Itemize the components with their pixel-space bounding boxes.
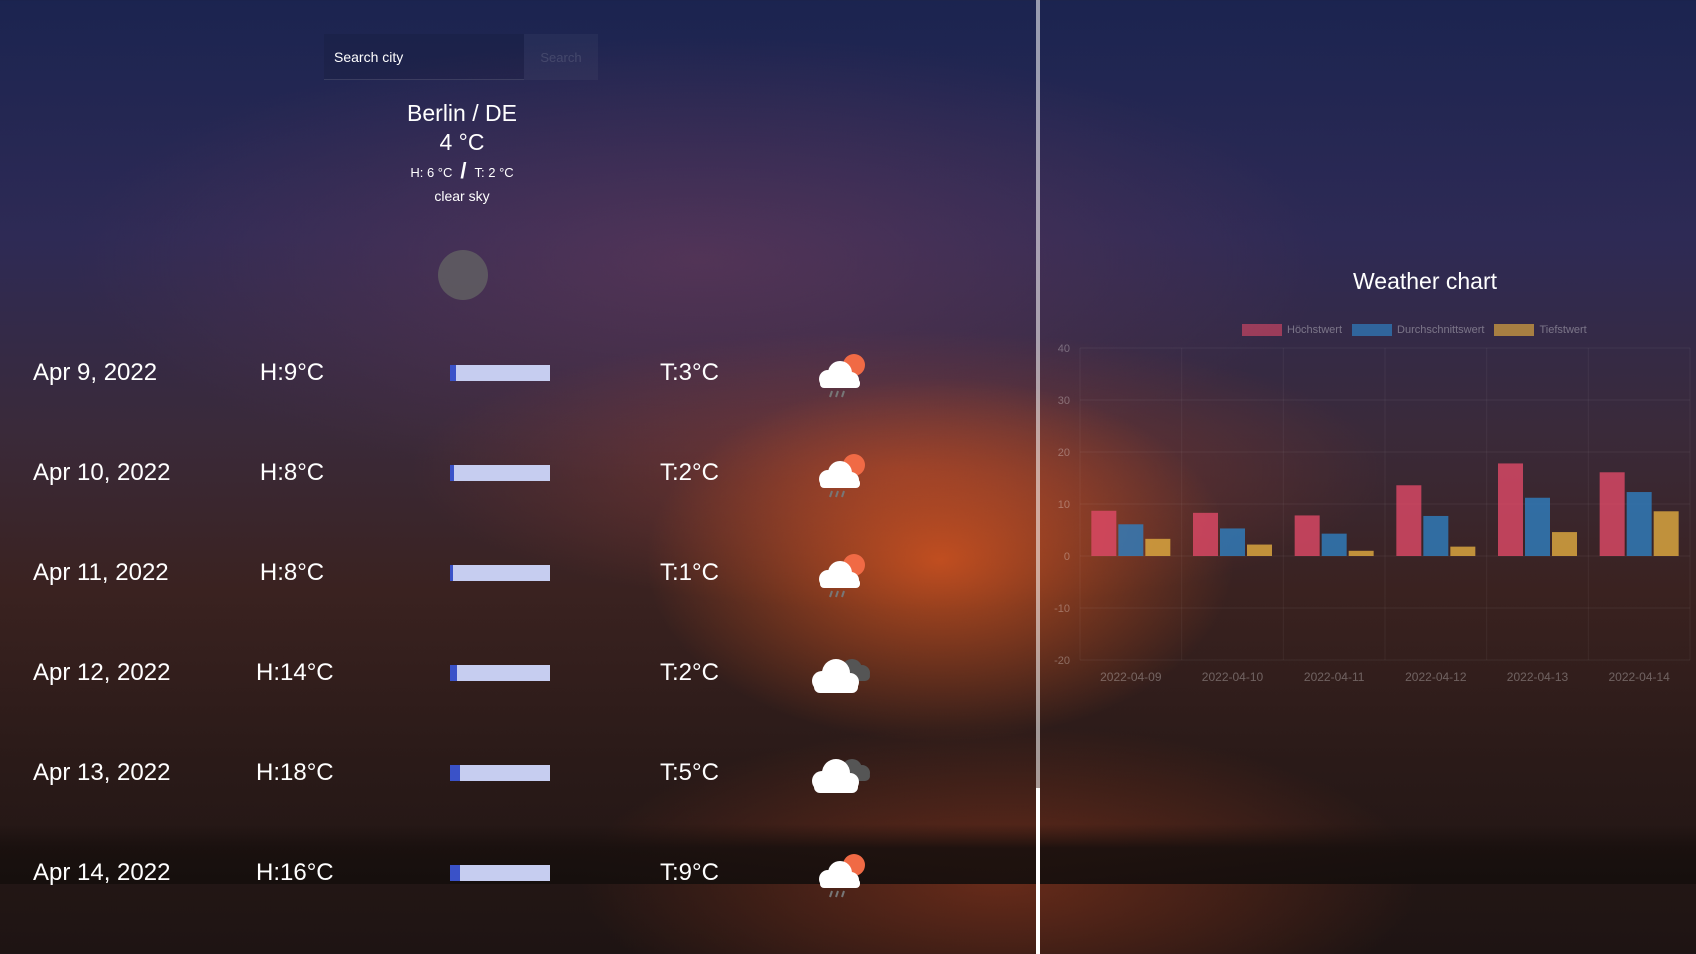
- temperature-bar-fill: [450, 565, 453, 581]
- search-input[interactable]: [324, 34, 524, 80]
- temperature-bar: [450, 365, 550, 381]
- forecast-date: Apr 9, 2022: [33, 359, 158, 386]
- chart-bar: [1450, 546, 1476, 556]
- forecast-high: H:8°C: [259, 459, 325, 486]
- chart-title: Weather chart: [1352, 268, 1498, 294]
- chart-bar: [1348, 550, 1374, 556]
- forecast-low: T:3°C: [660, 359, 719, 386]
- chart-bar: [1294, 515, 1320, 556]
- cloudy-icon: [812, 759, 870, 793]
- chart-bar: [1525, 497, 1550, 556]
- forecast-row: Apr 10, 2022 H:8°C T:2°C: [0, 443, 960, 503]
- forecast-row: Apr 12, 2022 H:14°C T:2°C: [0, 643, 960, 703]
- forecast-row: Apr 14, 2022 H:16°C T:9°C: [0, 843, 960, 903]
- chart-bar: [1321, 533, 1347, 556]
- chart-bar: [1396, 485, 1422, 556]
- forecast-low: T:2°C: [660, 459, 719, 486]
- cloud-sun-rain-icon: [819, 454, 865, 498]
- current-high-low: H: 6 °C / T: 2 °C: [312, 158, 612, 183]
- forecast-date: Apr 13, 2022: [33, 759, 171, 786]
- forecast-row: Apr 11, 2022 H:8°C T:1°C: [0, 543, 960, 603]
- temperature-bar-fill: [450, 865, 460, 881]
- chart-bar: [1626, 492, 1652, 556]
- weather-description: clear sky: [434, 188, 490, 204]
- y-tick-label: -20: [1054, 655, 1070, 667]
- temperature-bar: [450, 665, 550, 681]
- temperature-bar-fill: [450, 765, 460, 781]
- current-weather-icon: [438, 250, 488, 300]
- forecast-low: T:9°C: [660, 859, 719, 886]
- temperature-bar-fill: [450, 365, 456, 381]
- x-tick-label: 2022-04-11: [1304, 670, 1365, 684]
- chart-bar: [1498, 463, 1523, 556]
- current-weather: Berlin / DE 4 °C H: 6 °C / T: 2 °C clear…: [312, 98, 612, 204]
- forecast-date: Apr 11, 2022: [33, 559, 169, 586]
- forecast-high: H:18°C: [256, 759, 334, 786]
- chart-bar: [1118, 524, 1144, 556]
- x-tick-label: 2022-04-10: [1202, 670, 1264, 684]
- temperature-bar: [450, 865, 550, 881]
- forecast-high: H:8°C: [259, 559, 325, 586]
- forecast-date: Apr 14, 2022: [33, 859, 171, 886]
- chart-bar: [1247, 544, 1272, 556]
- search-button[interactable]: Search: [524, 34, 598, 80]
- chart-bar: [1653, 511, 1679, 556]
- chart-bar: [1193, 512, 1218, 556]
- chart-bar: [1552, 532, 1577, 556]
- city-name: Berlin / DE: [407, 100, 517, 126]
- forecast-high: H:9°C: [259, 359, 325, 386]
- forecast-high: H:16°C: [256, 859, 334, 886]
- cloud-sun-rain-icon: [819, 554, 865, 598]
- high-low-separator: /: [460, 158, 467, 183]
- cloud-sun-rain-icon: [819, 854, 865, 898]
- forecast-high: H:14°C: [256, 659, 334, 686]
- forecast-date: Apr 12, 2022: [33, 659, 171, 686]
- weather-chart-panel: Weather chart Höchstwert Durchschnittswe…: [1040, 0, 1696, 954]
- temperature-bar-fill: [450, 465, 454, 481]
- forecast-low: T:5°C: [660, 759, 719, 786]
- weather-bar-chart: 40 30 20 10 0 -10 -20 2022-04-09 2022-04-10 2022-…: [1054, 343, 1691, 684]
- temperature-bar: [450, 465, 550, 481]
- y-tick-label: -10: [1054, 603, 1070, 615]
- chart-bar: [1599, 472, 1625, 556]
- chart-bar: [1145, 538, 1171, 556]
- forecast-low: T:2°C: [660, 659, 719, 686]
- x-tick-label: 2022-04-13: [1507, 670, 1569, 684]
- temperature-bar: [450, 765, 550, 781]
- y-tick-label: 30: [1058, 395, 1070, 407]
- temperature-bar: [450, 565, 550, 581]
- forecast-row: Apr 9, 2022 H:9°C T:3°C: [0, 343, 960, 403]
- current-high: H: 6 °C: [410, 164, 453, 180]
- y-tick-label: 0: [1064, 551, 1070, 563]
- search-bar: Search: [324, 34, 598, 80]
- forecast-date: Apr 10, 2022: [33, 459, 171, 486]
- cloudy-icon: [812, 659, 870, 693]
- y-tick-label: 20: [1058, 447, 1070, 459]
- x-tick-label: 2022-04-09: [1100, 670, 1162, 684]
- y-tick-label: 10: [1058, 499, 1070, 511]
- x-tick-label: 2022-04-14: [1608, 670, 1670, 684]
- y-tick-label: 40: [1058, 343, 1070, 355]
- temperature-bar-fill: [450, 665, 457, 681]
- chart-bar: [1423, 515, 1449, 556]
- forecast-row: Apr 13, 2022 H:18°C T:5°C: [0, 743, 960, 803]
- x-tick-label: 2022-04-12: [1405, 670, 1467, 684]
- current-low: T: 2 °C: [474, 164, 514, 180]
- cloud-sun-rain-icon: [819, 354, 865, 398]
- chart-bar: [1091, 510, 1117, 556]
- chart-bar: [1220, 528, 1245, 556]
- current-temperature: 4 °C: [439, 129, 485, 155]
- forecast-low: T:1°C: [660, 559, 719, 586]
- weather-panel: Search Berlin / DE 4 °C H: 6 °C / T: 2 °…: [0, 0, 1036, 954]
